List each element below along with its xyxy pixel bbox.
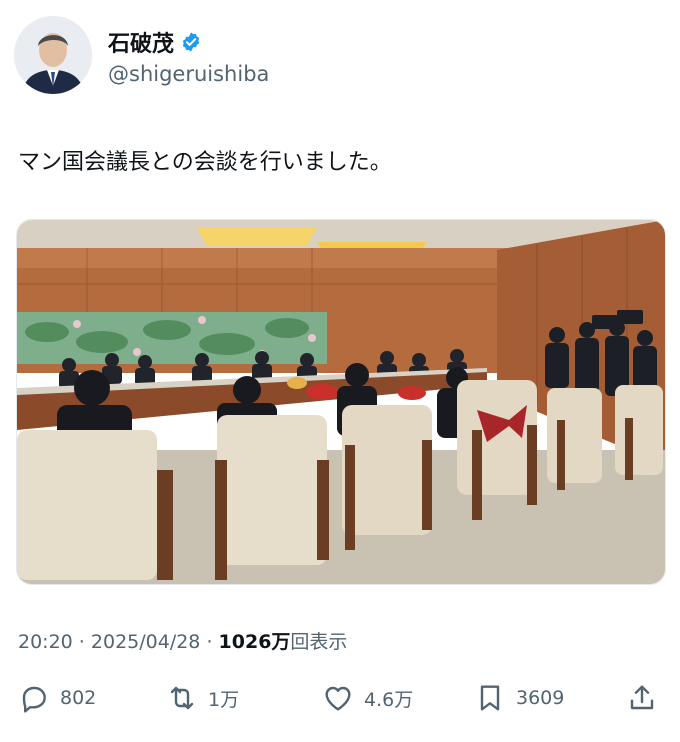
display-name[interactable]: 石破茂 [108, 26, 174, 58]
bookmark-icon [480, 685, 500, 711]
tweet-meta: 20:20 · 2025/04/28 · 1026万回表示 [18, 627, 347, 654]
avatar[interactable] [14, 16, 92, 94]
tweet-photo[interactable] [16, 219, 666, 585]
bookmark-button[interactable]: 3609 [474, 678, 564, 718]
view-count: 1026万 [218, 631, 291, 653]
post-time[interactable]: 20:20 [18, 631, 73, 653]
ceiling-light [197, 228, 317, 246]
share-icon [630, 685, 654, 710]
retweet-icon [170, 686, 194, 710]
share-button[interactable] [626, 678, 658, 718]
reply-icon [22, 686, 46, 713]
separator: · [72, 631, 91, 653]
post-date[interactable]: 2025/04/28 [91, 631, 201, 653]
view-label: 回表示 [290, 631, 348, 653]
reply-count: 802 [60, 687, 97, 709]
bookmark-count: 3609 [516, 687, 565, 709]
tweet-text: マン国会議長との会談を行いました。 [18, 150, 392, 175]
like-icon [325, 686, 351, 711]
tweet-header: 石破茂 @shigeruishiba [14, 16, 654, 96]
retweet-button[interactable]: 1万 [166, 678, 239, 718]
separator: · [200, 631, 219, 653]
handle[interactable]: @shigeruishiba [108, 62, 269, 86]
reply-button[interactable]: 802 [18, 678, 96, 718]
verified-badge-icon [182, 32, 200, 52]
action-bar: 802 1万 4.6万 3609 [0, 678, 680, 722]
like-button[interactable]: 4.6万 [322, 678, 413, 718]
retweet-count: 1万 [208, 688, 240, 711]
like-count: 4.6万 [364, 688, 414, 711]
name-row: 石破茂 [108, 26, 202, 58]
